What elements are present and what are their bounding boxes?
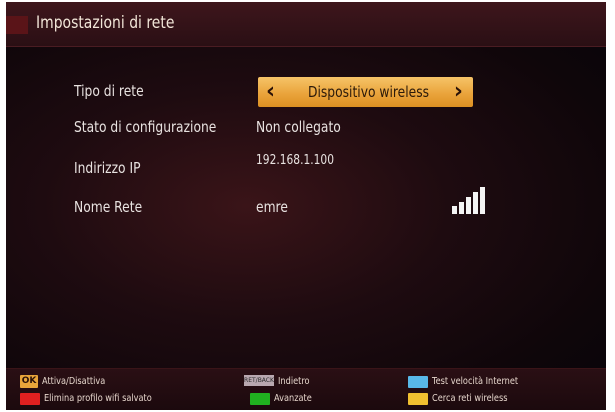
network-settings-screen: Impostazioni di rete Tipo di rete ‹ Disp… (6, 2, 606, 410)
network-type-value: Dispositivo wireless (308, 83, 430, 101)
title-marker (6, 16, 28, 34)
ok-key-icon: OK (20, 375, 38, 388)
red-key-icon (20, 393, 40, 405)
network-name-value: emre (256, 198, 288, 216)
wifi-signal-icon (452, 184, 492, 214)
yellow-key-label[interactable]: Cerca reti wireless (432, 393, 508, 404)
green-key-label[interactable]: Avanzate (274, 393, 312, 404)
blue-key-icon (408, 376, 428, 388)
yellow-key-icon (408, 393, 428, 405)
ip-address-label: Indirizzo IP (74, 159, 141, 177)
back-key-label[interactable]: Indietro (278, 376, 310, 387)
network-type-label: Tipo di rete (74, 82, 144, 100)
chevron-right-icon[interactable]: › (454, 79, 463, 104)
title-bar: Impostazioni di rete (6, 2, 606, 47)
page-title: Impostazioni di rete (36, 13, 175, 33)
network-name-label: Nome Rete (74, 198, 143, 216)
key-legend-bar: OK Attiva/Disattiva RET/BACK Indietro Te… (6, 368, 606, 410)
config-status-label: Stato di configurazione (74, 118, 217, 136)
ok-key-label[interactable]: Attiva/Disattiva (42, 376, 105, 387)
chevron-left-icon[interactable]: ‹ (266, 79, 275, 104)
blue-key-label[interactable]: Test velocità Internet (432, 376, 518, 387)
green-key-icon (250, 393, 270, 405)
red-key-label[interactable]: Elimina profilo wifi salvato (44, 393, 152, 404)
network-type-selector[interactable]: ‹ Dispositivo wireless › (258, 77, 473, 107)
config-status-value: Non collegato (256, 118, 341, 136)
ip-address-value: 192.168.1.100 (256, 153, 334, 168)
back-key-icon: RET/BACK (244, 375, 274, 386)
